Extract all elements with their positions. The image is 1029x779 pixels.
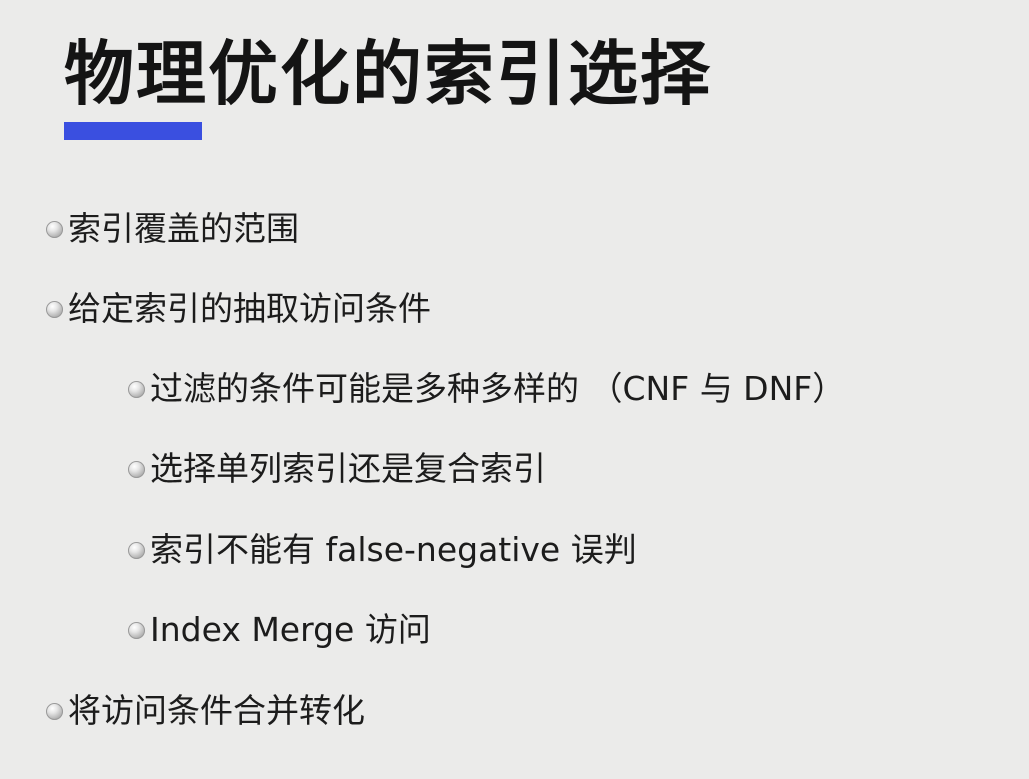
bullet-dot-icon [128,621,145,639]
bullet-item-level2: 选择单列索引还是复合索引 [128,447,546,491]
bullet-item-level2: 过滤的条件可能是多种多样的 （CNF 与 DNF） [128,367,845,411]
bullet-text: 索引不能有 false-negative 误判 [150,530,637,569]
bullet-text: Index Merge 访问 [150,610,431,649]
bullet-item-level1: 索引覆盖的范围 [46,207,299,251]
bullet-text: 将访问条件合并转化 [68,691,365,730]
bullet-item-level1: 给定索引的抽取访问条件 [46,287,431,331]
bullet-text: 索引覆盖的范围 [68,209,299,248]
bullet-dot-icon [46,702,63,720]
bullet-dot-icon [128,380,145,398]
bullet-text: 过滤的条件可能是多种多样的 （CNF 与 DNF） [150,369,846,408]
bullet-dot-icon [128,541,145,559]
bullet-item-level1: 将访问条件合并转化 [46,689,365,733]
slide: 物理优化的索引选择 索引覆盖的范围 给定索引的抽取访问条件 过滤的条件可能是多种… [0,0,1029,779]
bullet-item-level2: 索引不能有 false-negative 误判 [128,528,637,572]
bullet-dot-icon [46,220,63,238]
bullet-text: 选择单列索引还是复合索引 [150,449,546,488]
bullet-dot-icon [128,460,145,478]
bullet-item-level2: Index Merge 访问 [128,608,431,652]
bullet-dot-icon [46,300,63,318]
bullet-list: 索引覆盖的范围 给定索引的抽取访问条件 过滤的条件可能是多种多样的 （CNF 与… [0,0,1029,779]
bullet-text: 给定索引的抽取访问条件 [68,289,431,328]
